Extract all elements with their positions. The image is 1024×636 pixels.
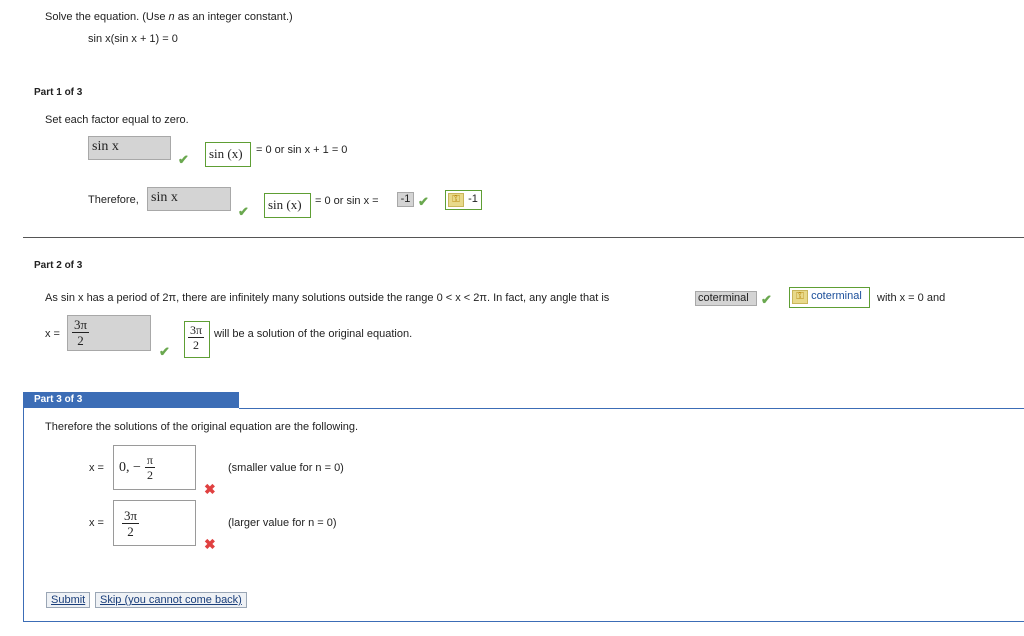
part3-row1-note: (smaller value for n = 0) bbox=[228, 462, 344, 474]
check-icon: ✔ bbox=[418, 194, 429, 209]
part2-coterminal-answer: ⚿ coterminal bbox=[789, 287, 870, 308]
part3-row1-x-label: x = bbox=[89, 462, 104, 474]
part1-row2-prefix: Therefore, bbox=[88, 194, 139, 206]
check-icon: ✔ bbox=[159, 344, 170, 359]
fraction-numerator: 3π bbox=[122, 507, 140, 524]
fraction-denominator: 2 bbox=[146, 468, 153, 482]
part2-x-label: x = bbox=[45, 328, 60, 340]
fraction-numerator: 3π bbox=[72, 317, 90, 333]
fraction-denominator: 2 bbox=[77, 333, 84, 348]
submit-button[interactable]: Submit bbox=[46, 592, 91, 608]
part3-bottom-border bbox=[23, 621, 1024, 622]
part3-row2-note: (larger value for n = 0) bbox=[228, 517, 337, 529]
x-icon: ✖ bbox=[204, 481, 216, 497]
check-icon: ✔ bbox=[178, 152, 189, 167]
part2-header: Part 2 of 3 bbox=[34, 260, 83, 271]
section-divider bbox=[23, 237, 1024, 238]
part2-angle-input[interactable]: 3π 2 bbox=[67, 315, 151, 351]
part2-coterminal-answer-text: coterminal bbox=[811, 290, 862, 302]
part2-angle-fraction: 3π 2 bbox=[72, 317, 90, 348]
key-icon: ⚿ bbox=[448, 193, 464, 207]
part2-answer-fraction: 3π 2 bbox=[188, 323, 205, 352]
part3-header: Part 3 of 3 bbox=[34, 394, 83, 405]
part1-sinx-value-answer-text: -1 bbox=[468, 193, 478, 205]
part2-angle-answer: 3π 2 bbox=[184, 321, 210, 358]
part3-solution2-input[interactable]: 3π 2 bbox=[113, 500, 196, 546]
key-icon: ⚿ bbox=[792, 290, 808, 304]
part1-row1-tail: = 0 or sin x + 1 = 0 bbox=[256, 144, 348, 156]
part3-solution1-fraction: π 2 bbox=[144, 453, 155, 482]
part2-tail: will be a solution of the original equat… bbox=[214, 328, 413, 340]
problem-equation: sin x(sin x + 1) = 0 bbox=[88, 33, 178, 45]
part3-row2-x-label: x = bbox=[89, 517, 104, 529]
part3-solution1-input[interactable]: 0, − π 2 bbox=[113, 445, 196, 490]
part1-factor2-answer: sin (x) bbox=[264, 193, 311, 218]
check-icon: ✔ bbox=[761, 292, 772, 307]
part1-header: Part 1 of 3 bbox=[34, 87, 83, 98]
part3-left-border bbox=[23, 408, 24, 622]
x-icon: ✖ bbox=[204, 536, 216, 552]
part2-sentence-end: with x = 0 and bbox=[877, 292, 946, 304]
part3-top-border bbox=[239, 408, 1024, 409]
fraction-numerator: π bbox=[144, 453, 155, 468]
part1-factor1-answer: sin (x) bbox=[205, 142, 251, 167]
fraction-denominator: 2 bbox=[193, 338, 200, 352]
part1-sinx-value-answer: ⚿ -1 bbox=[445, 190, 482, 210]
part3-solution1-prefix: 0, − bbox=[119, 459, 141, 475]
problem-instruction: Solve the equation. (Use n as an integer… bbox=[45, 11, 293, 23]
part3-instruction: Therefore the solutions of the original … bbox=[45, 421, 359, 433]
check-icon: ✔ bbox=[238, 204, 249, 219]
fraction-denominator: 2 bbox=[127, 523, 134, 539]
part2-sentence-start: As sin x has a period of 2π, there are i… bbox=[45, 292, 610, 304]
part1-factor2-input[interactable]: sin x bbox=[147, 187, 231, 211]
part1-instruction: Set each factor equal to zero. bbox=[45, 114, 189, 126]
part3-solution2-fraction: 3π 2 bbox=[122, 507, 140, 539]
part2-coterminal-input[interactable]: coterminal bbox=[695, 291, 757, 306]
skip-button[interactable]: Skip (you cannot come back) bbox=[95, 592, 247, 608]
fraction-numerator: 3π bbox=[188, 323, 205, 338]
part1-factor1-input[interactable]: sin x bbox=[88, 136, 171, 160]
part1-row2-middle: = 0 or sin x = bbox=[315, 195, 379, 207]
part1-sinx-value-input[interactable]: -1 bbox=[397, 192, 414, 207]
